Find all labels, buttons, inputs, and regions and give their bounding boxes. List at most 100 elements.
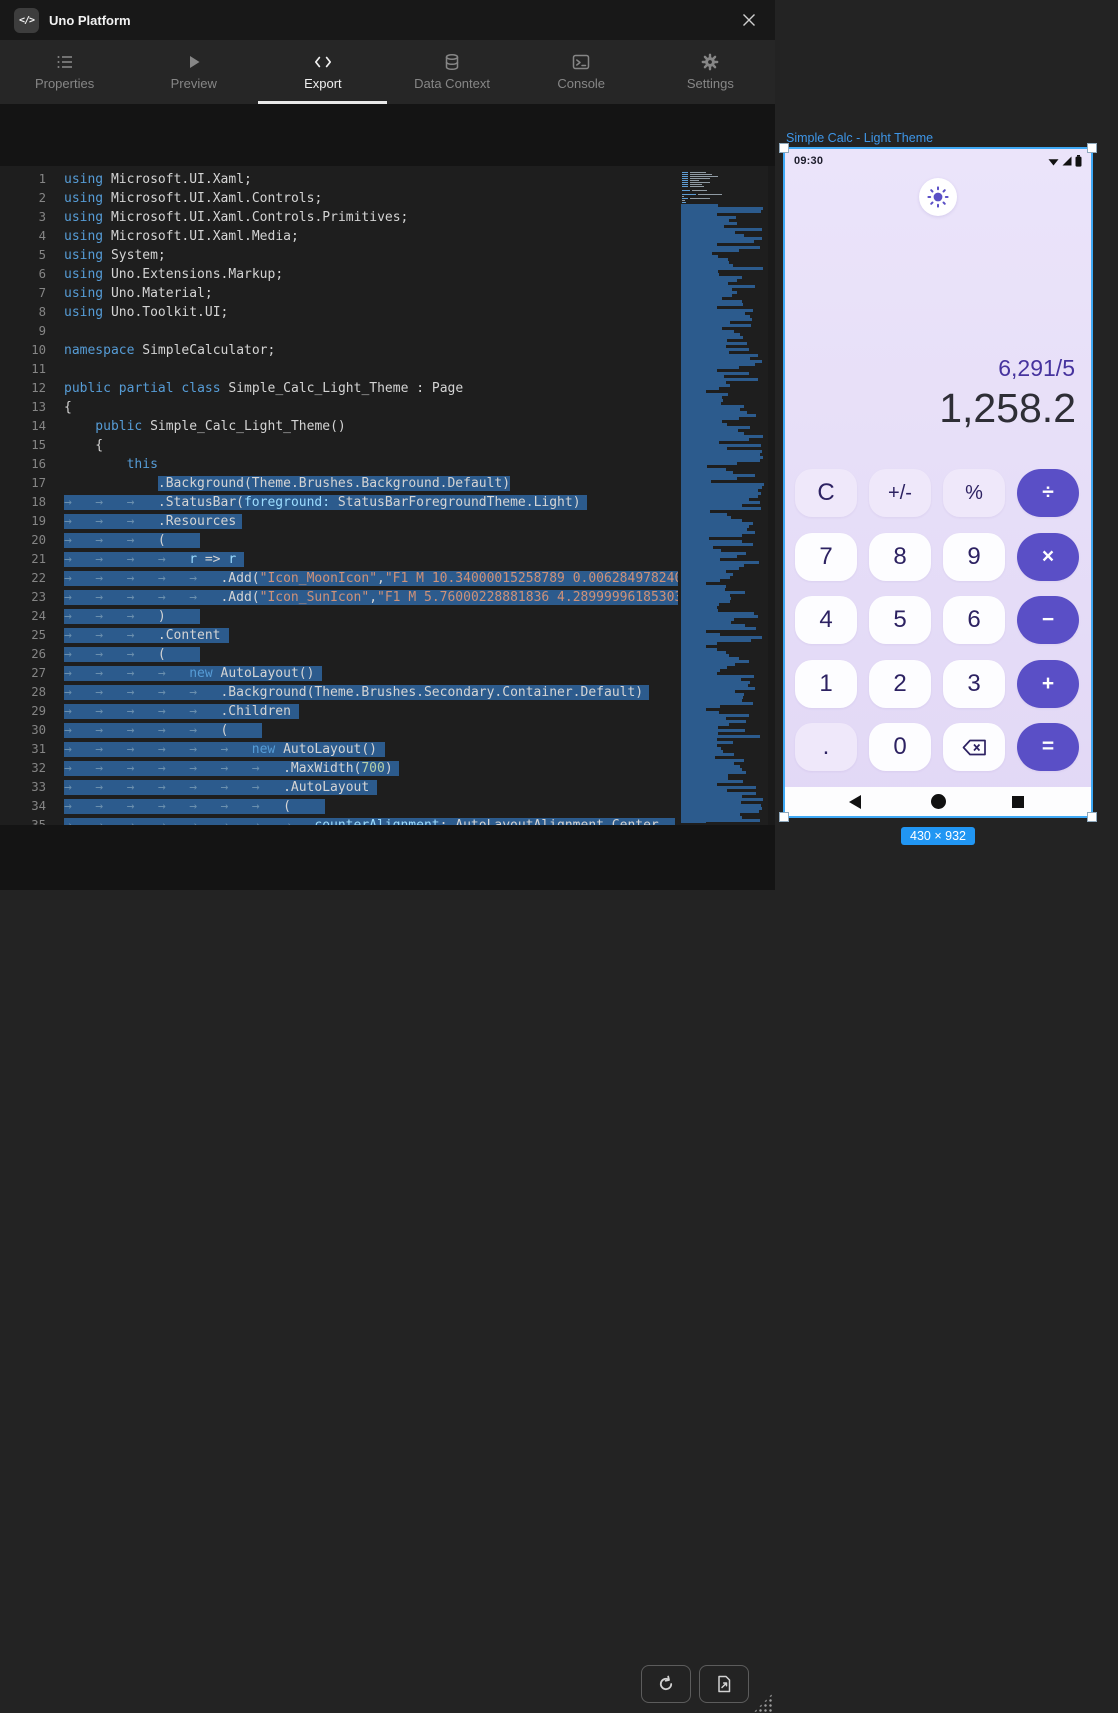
key-6[interactable]: 6 [943, 596, 1005, 644]
code-line: 5using System; [0, 246, 678, 265]
code-line: 8using Uno.Toolkit.UI; [0, 303, 678, 322]
tab-data-context[interactable]: Data Context [387, 40, 516, 104]
design-canvas[interactable]: Simple Calc - Light Theme 09:30 [775, 0, 1118, 890]
theme-toggle-button[interactable] [919, 178, 957, 216]
key-7[interactable]: 7 [795, 533, 857, 581]
code-line: 34→→→→→→→( [0, 797, 678, 816]
calc-expression: 6,291/5 [998, 355, 1075, 382]
window-title: Uno Platform [49, 13, 131, 28]
tab-settings[interactable]: Settings [646, 40, 775, 104]
code-line: 30→→→→→( [0, 721, 678, 740]
selection-handle[interactable] [779, 143, 789, 153]
key-clear[interactable]: C [795, 469, 857, 517]
size-badge-wrap: 430 × 932 [783, 827, 1093, 845]
key-divide[interactable]: ÷ [1017, 469, 1079, 517]
selection-handle[interactable] [1087, 143, 1097, 153]
wifi-icon [1048, 157, 1059, 166]
android-nav-bar [785, 787, 1091, 816]
key-2[interactable]: 2 [869, 660, 931, 708]
tab-label: Export [304, 76, 342, 91]
code-line: 14public Simple_Calc_Light_Theme() [0, 417, 678, 436]
phone-preview[interactable]: 09:30 [783, 147, 1093, 818]
selection-handle[interactable] [779, 812, 789, 822]
code-line: 13{ [0, 398, 678, 417]
recents-icon[interactable] [1012, 796, 1024, 808]
code-line: 18→→→.StatusBar(foreground: StatusBarFor… [0, 493, 678, 512]
tab-label: Properties [35, 76, 94, 91]
code-lines[interactable]: 1using Microsoft.UI.Xaml;2using Microsof… [0, 170, 678, 825]
export-toolbar: Simple Calc - Light Theme C# CSHARP SETT… [0, 104, 775, 166]
status-time: 09:30 [794, 155, 823, 167]
minimap[interactable] [678, 166, 768, 825]
tab-label: Preview [171, 76, 217, 91]
code-editor[interactable]: 1using Microsoft.UI.Xaml;2using Microsof… [0, 166, 775, 825]
code-line: 23→→→→→.Add("Icon_SunIcon","F1 M 5.76000… [0, 588, 678, 607]
code-line: 24→→→) [0, 607, 678, 626]
key-1[interactable]: 1 [795, 660, 857, 708]
key-percent[interactable]: % [943, 469, 1005, 517]
code-line: 7using Uno.Material; [0, 284, 678, 303]
code-line: 15{ [0, 436, 678, 455]
code-line: 11 [0, 360, 678, 379]
tab-label: Console [557, 76, 605, 91]
code-line: 2using Microsoft.UI.Xaml.Controls; [0, 189, 678, 208]
tab-label: Settings [687, 76, 734, 91]
code-line: 20→→→( [0, 531, 678, 550]
resize-grip[interactable] [753, 1693, 773, 1713]
refresh-icon [657, 1675, 675, 1693]
key-0[interactable]: 0 [869, 723, 931, 771]
app-window: </> Uno Platform Properties Preview Export… [0, 0, 1118, 890]
code-line: 1using Microsoft.UI.Xaml; [0, 170, 678, 189]
code-line: 32→→→→→→→.MaxWidth(700) [0, 759, 678, 778]
key-multiply[interactable]: × [1017, 533, 1079, 581]
code-line: 25→→→.Content [0, 626, 678, 645]
tab-label: Data Context [414, 76, 490, 91]
minimap-selection [681, 204, 764, 823]
code-line: 27→→→→new AutoLayout() [0, 664, 678, 683]
tab-properties[interactable]: Properties [0, 40, 129, 104]
datacontext-icon [443, 53, 461, 71]
key-plus[interactable]: + [1017, 660, 1079, 708]
export-file-button[interactable] [699, 1665, 749, 1703]
properties-icon [56, 53, 74, 71]
key-3[interactable]: 3 [943, 660, 1005, 708]
phone-screen: 09:30 [785, 149, 1091, 816]
code-line: 29→→→→→.Children [0, 702, 678, 721]
signal-icon [1062, 156, 1072, 166]
code-line: 12public partial class Simple_Calc_Light… [0, 379, 678, 398]
settings-icon [701, 53, 719, 71]
home-icon[interactable] [931, 794, 946, 809]
key-8[interactable]: 8 [869, 533, 931, 581]
key-backspace[interactable] [943, 723, 1005, 771]
tab-bar: Properties Preview Export Data Context Conso… [0, 40, 775, 104]
tab-export[interactable]: Export [258, 40, 387, 104]
console-icon [572, 53, 590, 71]
selection-handle[interactable] [1087, 812, 1097, 822]
key-decimal[interactable]: . [795, 723, 857, 771]
key-equals[interactable]: = [1017, 723, 1079, 771]
code-line: 16this [0, 455, 678, 474]
code-line: 31→→→→→→new AutoLayout() [0, 740, 678, 759]
preview-label: Simple Calc - Light Theme [786, 131, 933, 145]
code-brackets-icon: </> [14, 8, 39, 33]
code-line: 4using Microsoft.UI.Xaml.Media; [0, 227, 678, 246]
key-5[interactable]: 5 [869, 596, 931, 644]
refresh-button[interactable] [641, 1665, 691, 1703]
size-badge: 430 × 932 [901, 827, 975, 845]
code-line: 22→→→→→.Add("Icon_MoonIcon","F1 M 10.340… [0, 569, 678, 588]
tab-console[interactable]: Console [517, 40, 646, 104]
close-icon[interactable] [737, 8, 761, 32]
key-9[interactable]: 9 [943, 533, 1005, 581]
tab-preview[interactable]: Preview [129, 40, 258, 104]
scrollbar-track[interactable] [768, 166, 775, 825]
file-export-icon [715, 1675, 733, 1693]
key-plus-minus[interactable]: +/- [869, 469, 931, 517]
key-minus[interactable]: − [1017, 596, 1079, 644]
export-icon [314, 53, 332, 71]
code-line: 9 [0, 322, 678, 341]
key-4[interactable]: 4 [795, 596, 857, 644]
code-line: 28→→→→→.Background(Theme.Brushes.Seconda… [0, 683, 678, 702]
calc-result: 1,258.2 [939, 385, 1076, 432]
back-icon[interactable] [849, 795, 861, 809]
battery-icon [1075, 155, 1082, 167]
